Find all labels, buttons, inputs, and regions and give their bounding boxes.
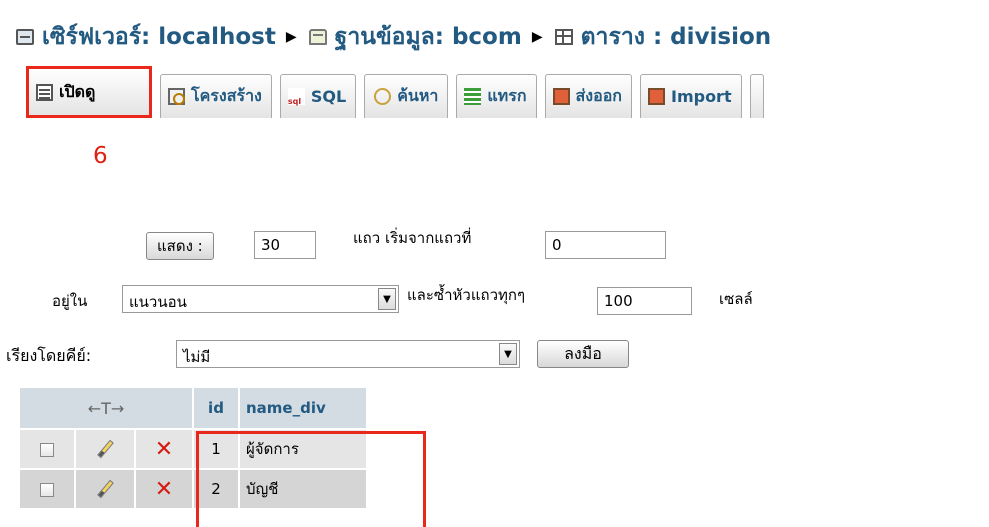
row-checkbox[interactable] <box>40 442 54 457</box>
tab-export[interactable]: ส่งออก <box>544 74 632 118</box>
delete-x-icon[interactable]: ✕ <box>155 477 173 502</box>
export-icon <box>552 88 570 105</box>
repeat-headers-input[interactable] <box>597 287 692 315</box>
tab-label: Import <box>670 87 732 106</box>
tab-bar: เปิดดู โครงสร้าง SQL ค้นหา แทรก ส่งออก I… <box>26 66 764 118</box>
edit-pencil-icon[interactable] <box>96 439 114 459</box>
tab-overflow[interactable] <box>749 74 764 118</box>
sort-key-value: ไม่มี <box>183 348 211 366</box>
tab-label: ส่งออก <box>575 86 622 105</box>
tab-structure[interactable]: โครงสร้าง <box>160 74 272 118</box>
edit-pencil-icon[interactable] <box>96 479 114 499</box>
rows-count-input[interactable] <box>254 231 316 259</box>
sort-key-select[interactable]: ไม่มี ▼ <box>176 340 520 368</box>
chevron-down-icon[interactable]: ▼ <box>378 288 396 310</box>
annotation-number: 6 <box>93 143 108 169</box>
breadcrumb-table[interactable]: ตาราง : division <box>581 19 772 55</box>
column-resize-header[interactable]: ←T→ <box>20 388 192 428</box>
chevron-down-icon[interactable]: ▼ <box>499 343 517 365</box>
database-icon <box>308 29 327 45</box>
tab-search[interactable]: ค้นหา <box>364 74 449 118</box>
tab-browse[interactable]: เปิดดู <box>26 66 152 118</box>
search-icon <box>374 88 392 105</box>
insert-icon <box>464 88 482 105</box>
cells-label: เซลล์ <box>719 290 753 308</box>
repeat-headers-label: และซ้ำหัวแถวทุกๆ <box>407 286 526 304</box>
tab-label: ค้นหา <box>397 86 439 105</box>
column-header-name-div[interactable]: name_div <box>240 388 366 428</box>
breadcrumb-separator: ▶ <box>285 29 297 45</box>
go-button[interactable]: ลงมือ <box>537 340 629 368</box>
delete-x-icon[interactable]: ✕ <box>155 437 173 462</box>
breadcrumb-server[interactable]: เซิร์ฟเวอร์: localhost <box>42 19 276 55</box>
server-icon <box>16 29 34 45</box>
column-header-id[interactable]: id <box>194 388 238 428</box>
breadcrumb-database[interactable]: ฐานข้อมูล: bcom <box>335 19 522 55</box>
tab-insert[interactable]: แทรก <box>456 74 537 118</box>
rows-from-label: แถว เริ่มจากแถวที่ <box>353 229 472 247</box>
tab-label: SQL <box>310 87 347 106</box>
annotation-highlight-box <box>196 431 426 527</box>
row-checkbox[interactable] <box>40 482 54 497</box>
mode-label: อยู่ใน <box>52 292 88 310</box>
tab-import[interactable]: Import <box>639 74 742 118</box>
tab-label: โครงสร้าง <box>191 86 262 105</box>
table-icon <box>554 29 573 45</box>
tab-label: แทรก <box>487 86 527 105</box>
breadcrumb: เซิร์ฟเวอร์: localhost ▶ ฐานข้อมูล: bcom… <box>16 22 771 52</box>
sort-key-label: เรียงโดยคีย์: <box>6 346 92 365</box>
breadcrumb-separator: ▶ <box>531 29 543 45</box>
start-row-input[interactable] <box>545 231 666 259</box>
display-mode-value: แนวนอน <box>129 293 187 311</box>
table-header-row: ←T→ id name_div <box>20 388 366 428</box>
browse-icon <box>36 83 53 101</box>
tab-sql[interactable]: SQL <box>279 74 357 118</box>
tab-label: เปิดดู <box>59 81 96 101</box>
import-icon <box>647 88 665 105</box>
structure-icon <box>168 88 185 105</box>
sql-icon <box>287 88 305 106</box>
show-button[interactable]: แสดง : <box>146 232 214 260</box>
display-mode-select[interactable]: แนวนอน ▼ <box>122 285 399 313</box>
